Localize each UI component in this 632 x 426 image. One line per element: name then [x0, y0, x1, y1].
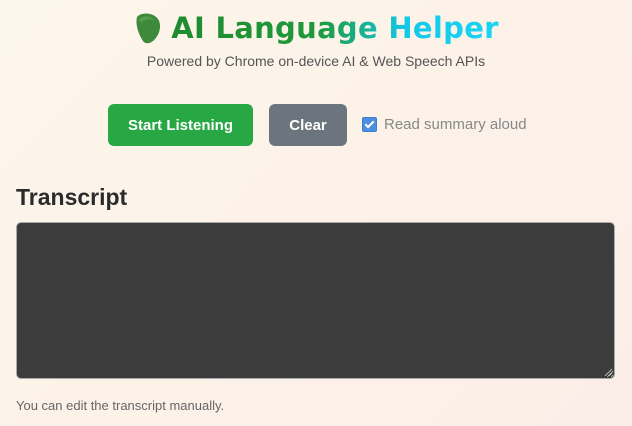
read-aloud-toggle[interactable]: Read summary aloud: [362, 116, 527, 133]
read-aloud-label: Read summary aloud: [384, 116, 527, 133]
transcript-textarea[interactable]: [16, 222, 615, 379]
transcript-heading: Transcript: [16, 184, 128, 210]
app-header: AI Language Helper Powered by Chrome on-…: [0, 8, 632, 69]
start-listening-button[interactable]: Start Listening: [108, 104, 253, 146]
leaf-icon: [136, 13, 161, 44]
app-subtitle: Powered by Chrome on-device AI & Web Spe…: [146, 53, 486, 69]
title-row: AI Language Helper: [133, 8, 499, 48]
app-title: AI Language Helper: [171, 8, 499, 48]
read-aloud-checkbox[interactable]: [362, 117, 377, 132]
resize-handle-icon[interactable]: [604, 368, 613, 377]
clear-button[interactable]: Clear: [269, 104, 347, 146]
transcript-hint: You can edit the transcript manually.: [16, 398, 225, 413]
